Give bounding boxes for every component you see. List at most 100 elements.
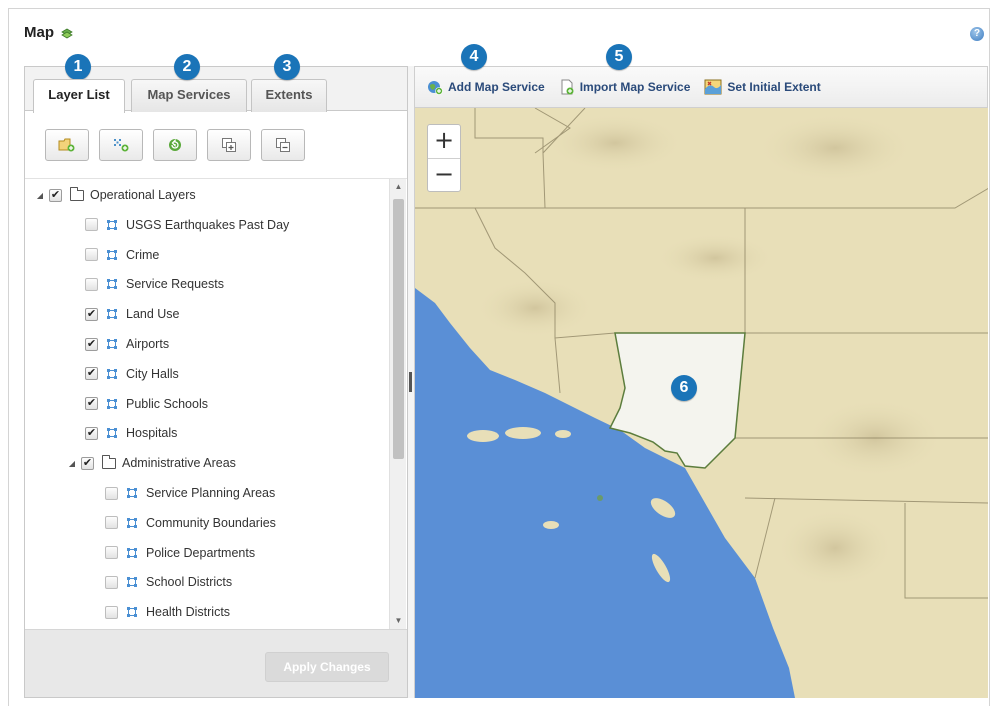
add-layer-icon (114, 139, 129, 152)
callout-2: 2 (174, 54, 200, 80)
collapse-all-button[interactable] (261, 129, 305, 161)
tree-layer-row[interactable]: ✔ Service Requests (85, 270, 224, 298)
layer-checkbox[interactable]: ✔ (85, 426, 98, 440)
zoom-in-button[interactable]: + (428, 125, 460, 158)
tree-item-label: City Halls (126, 366, 179, 381)
refresh-button[interactable] (153, 129, 197, 161)
layer-checkbox[interactable]: ✔ (85, 307, 98, 321)
tree-item-label: Hospitals (126, 426, 178, 441)
add-folder-button[interactable] (45, 129, 89, 161)
layer-icon (127, 517, 137, 528)
tree-folder-row[interactable]: ◢ ✔ Administrative Areas (67, 449, 236, 477)
zoom-control: + − (427, 124, 461, 192)
layer-icon (107, 219, 117, 230)
map-toolbar: Add Map Service Import Map Service Set I… (414, 66, 988, 108)
add-map-service-label: Add Map Service (448, 80, 545, 94)
tree-layer-row[interactable]: ✔ USGS Earthquakes Past Day (85, 211, 289, 239)
tree-scrollbar[interactable]: ▲ ▼ (389, 179, 406, 629)
extent-map-icon (704, 79, 722, 95)
tree-layer-row[interactable]: ✔ Health Districts (105, 598, 230, 626)
layer-icon (107, 398, 117, 409)
layer-icon (107, 249, 117, 260)
expand-all-button[interactable] (207, 129, 251, 161)
scroll-up-icon[interactable]: ▲ (390, 179, 407, 195)
layer-icon (127, 547, 137, 558)
layer-checkbox[interactable]: ✔ (85, 248, 98, 262)
layer-icon (127, 607, 137, 618)
set-initial-extent-button[interactable]: Set Initial Extent (704, 79, 821, 95)
refresh-icon (169, 138, 181, 151)
layer-toolbar (25, 111, 407, 179)
scroll-thumb[interactable] (393, 199, 404, 459)
scroll-down-icon[interactable]: ▼ (390, 613, 407, 629)
tree-item-label: USGS Earthquakes Past Day (126, 217, 290, 232)
tab-extents[interactable]: Extents (251, 79, 327, 112)
layer-icon (127, 577, 137, 588)
layer-icon (107, 428, 117, 439)
import-document-icon (561, 79, 574, 95)
tree-folder-row[interactable]: ◢ ✔ Operational Layers (35, 181, 196, 209)
help-icon[interactable]: ? (970, 27, 984, 41)
folder-icon (70, 186, 84, 201)
map-layers-icon (61, 28, 73, 38)
collapse-all-icon (276, 138, 290, 152)
tree-layer-row[interactable]: ✔ Airports (85, 330, 169, 358)
layer-checkbox[interactable]: ✔ (49, 188, 62, 202)
tree-item-label: Public Schools (126, 396, 208, 411)
expand-arrow-icon[interactable]: ◢ (67, 459, 77, 468)
callout-5: 5 (606, 44, 632, 70)
layer-checkbox[interactable]: ✔ (105, 605, 118, 619)
tree-layer-row[interactable]: ✔ Public Schools (85, 390, 208, 418)
apply-changes-button[interactable]: Apply Changes (265, 652, 389, 682)
tab-map-services[interactable]: Map Services (131, 79, 247, 112)
tab-layer-list[interactable]: Layer List (33, 79, 125, 113)
tree-layer-row[interactable]: ✔ Community Boundaries (105, 509, 276, 537)
import-map-service-button[interactable]: Import Map Service (559, 79, 691, 95)
tree-item-label: Crime (126, 247, 160, 262)
tree-layer-row[interactable]: ✔ Land Use (85, 300, 180, 328)
callout-6: 6 (671, 375, 697, 401)
zoom-out-button[interactable]: − (428, 158, 460, 191)
layer-icon (107, 309, 117, 320)
callout-1: 1 (65, 54, 91, 80)
expand-arrow-icon[interactable]: ◢ (35, 191, 45, 200)
tree-layer-row[interactable]: ✔ School Districts (105, 568, 232, 596)
layer-tree: ◢ ✔ Operational Layers ✔ USGS Earthquakes Pa… (25, 179, 389, 629)
tree-layer-row[interactable]: ✔ Hospitals (85, 419, 177, 447)
tree-layer-row[interactable]: ✔ Service Planning Areas (105, 479, 275, 507)
layer-checkbox[interactable]: ✔ (105, 516, 118, 530)
tree-item-label: Community Boundaries (146, 515, 276, 530)
layer-checkbox[interactable]: ✔ (105, 486, 118, 500)
layer-checkbox[interactable]: ✔ (81, 456, 94, 470)
page-title-text: Map (24, 24, 54, 41)
layer-checkbox[interactable]: ✔ (85, 218, 98, 232)
map-view[interactable] (414, 108, 988, 698)
add-folder-icon (58, 138, 75, 152)
callout-3: 3 (274, 54, 300, 80)
callout-4: 4 (461, 44, 487, 70)
page-title: Map (24, 24, 74, 41)
tree-layer-row[interactable]: ✔ Police Departments (105, 539, 255, 567)
layer-checkbox[interactable]: ✔ (105, 546, 118, 560)
tree-item-label: Health Districts (146, 605, 231, 620)
tree-item-label: Service Requests (126, 277, 224, 292)
import-map-service-label: Import Map Service (579, 80, 691, 94)
splitter-grip[interactable] (409, 372, 412, 392)
layer-panel: Layer List Map Services Extents ◢ ✔ Oper… (24, 66, 408, 698)
tree-item-label: Land Use (126, 307, 180, 322)
layer-checkbox[interactable]: ✔ (105, 575, 118, 589)
layer-checkbox[interactable]: ✔ (85, 397, 98, 411)
layer-checkbox[interactable]: ✔ (85, 277, 98, 291)
basemap (415, 108, 988, 698)
set-initial-extent-label: Set Initial Extent (727, 80, 821, 94)
layer-icon (107, 368, 117, 379)
add-layer-button[interactable] (99, 129, 143, 161)
layer-checkbox[interactable]: ✔ (85, 367, 98, 381)
tree-layer-row[interactable]: ✔ Crime (85, 241, 159, 269)
add-map-service-button[interactable]: Add Map Service (427, 79, 545, 95)
add-globe-icon (428, 81, 443, 95)
layer-checkbox[interactable]: ✔ (85, 337, 98, 351)
tree-item-label: School Districts (146, 575, 233, 590)
tree-item-label: Operational Layers (90, 188, 196, 202)
tree-layer-row[interactable]: ✔ City Halls (85, 360, 179, 388)
